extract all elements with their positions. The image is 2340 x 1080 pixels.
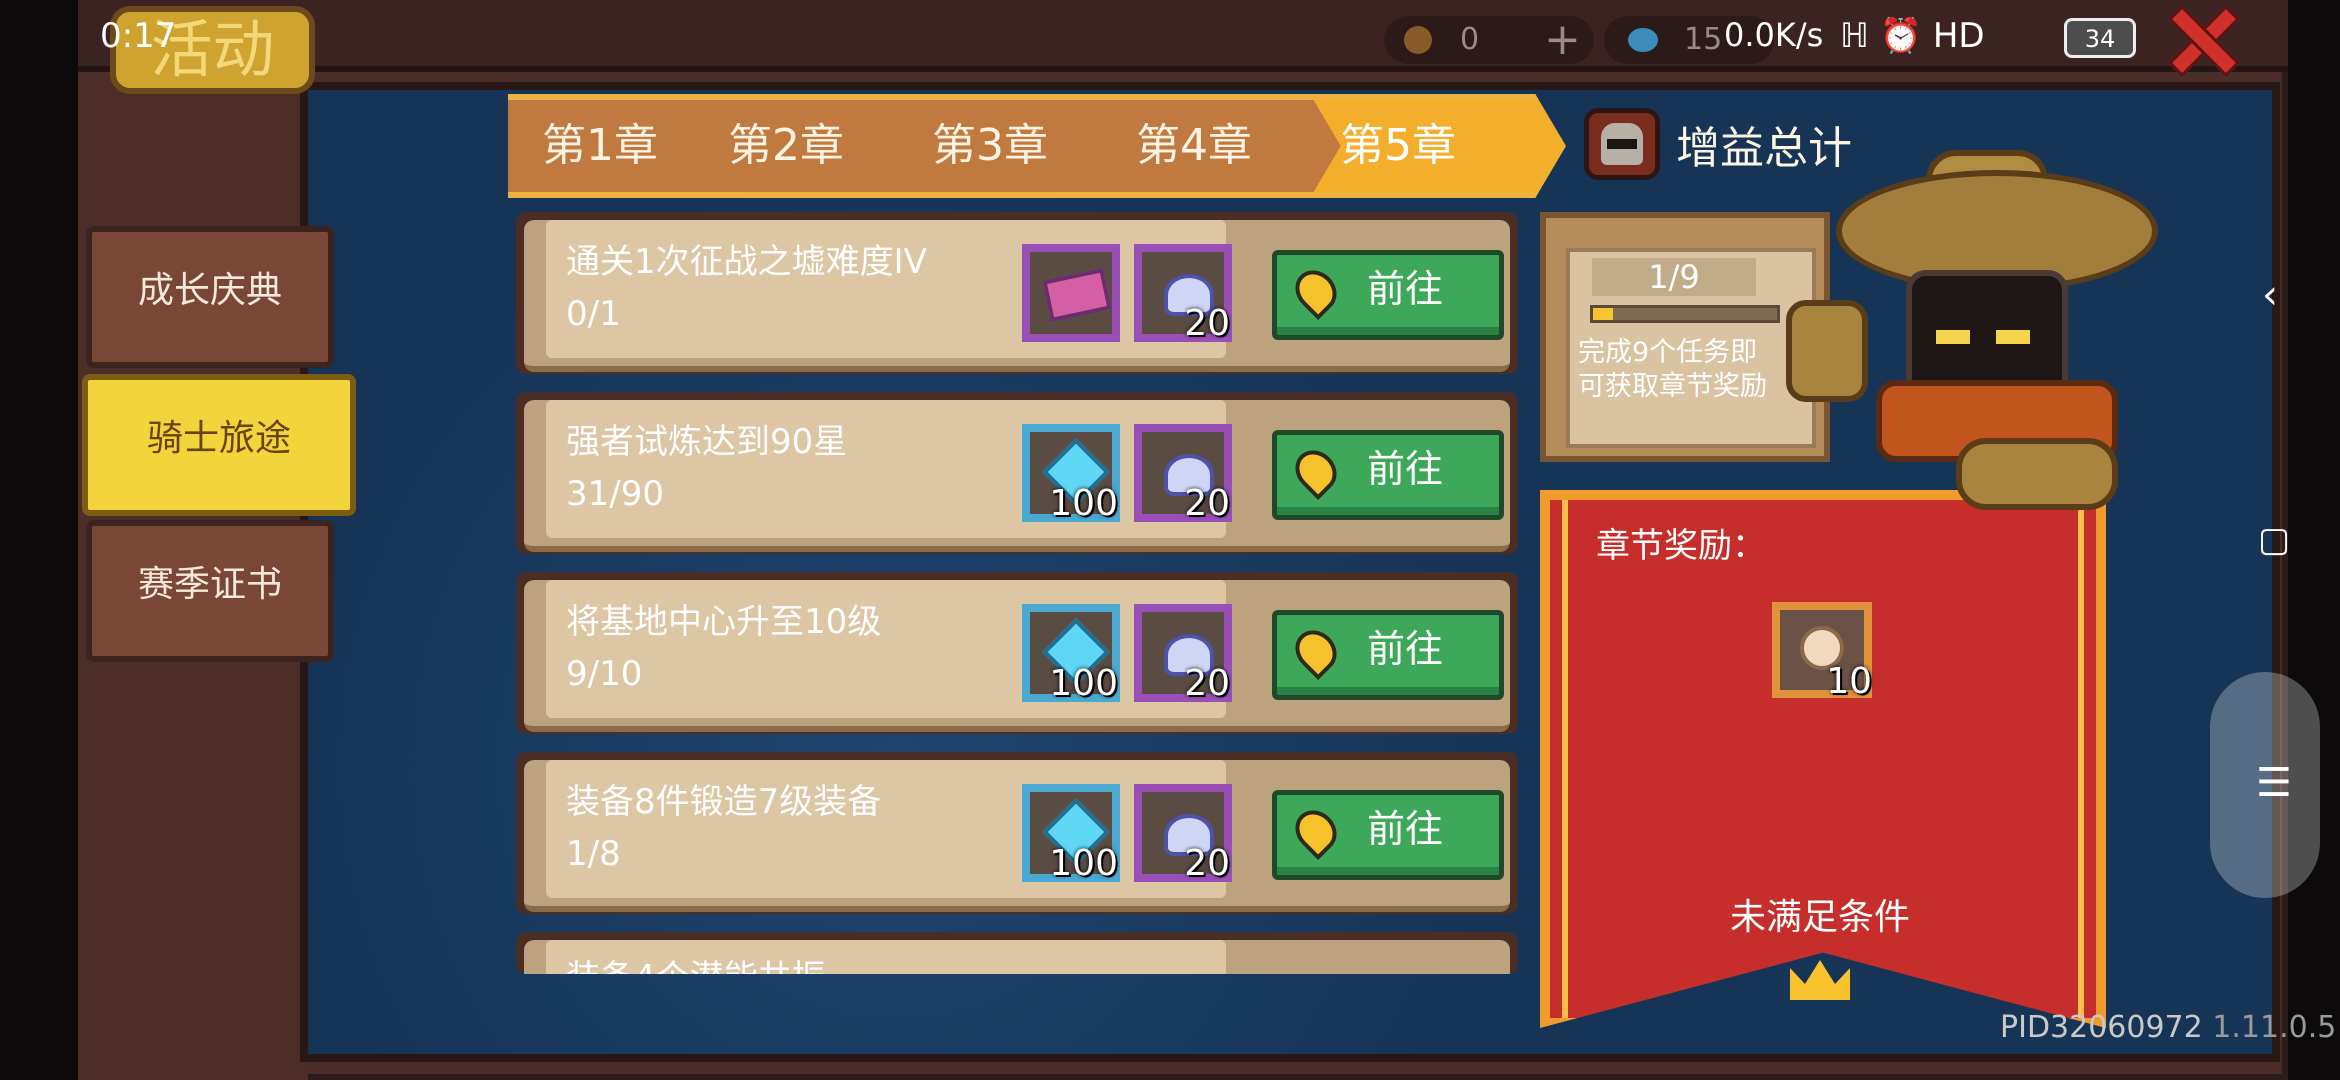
reward-crystal-shard-icon[interactable]: 20 — [1134, 244, 1232, 344]
knight-eye — [1936, 330, 1970, 344]
task-card: 将基地中心升至10级 9/10 100 20 前往 — [524, 580, 1510, 732]
chapter-progress-fill — [1593, 308, 1613, 320]
add-resource-button[interactable]: + — [1544, 14, 1581, 65]
net-speed: 0.0K/s — [1724, 16, 1824, 54]
chapter-progress-description: 完成9个任务即可获取章节奖励 — [1578, 337, 1767, 402]
location-pin-icon — [1287, 802, 1345, 860]
sidebar-item-label: 赛季证书 — [137, 564, 282, 605]
reward-card-icon[interactable] — [1022, 244, 1120, 342]
chapter-tabs: 第1章 第2章 第3章 第4章 第5章 — [508, 94, 1568, 198]
tab-chapter-3[interactable]: 第3章 — [902, 94, 1138, 198]
reward-crystal-shard-icon[interactable]: 20 — [1134, 604, 1232, 704]
status-clock: 0:17 — [100, 16, 177, 56]
tab-chapter-2[interactable]: 第2章 — [698, 94, 934, 198]
task-name: 将基地中心升至10级 — [566, 602, 882, 642]
resource-sack-value: 0 — [1460, 22, 1480, 57]
task-progress: 9/10 — [566, 654, 643, 694]
reward-blue-gem-icon[interactable]: 100 — [1022, 604, 1120, 704]
sidebar-item-label: 骑士旅途 — [146, 418, 291, 459]
chapter-reward-banner — [1540, 490, 2106, 1028]
knight-paw — [1956, 438, 2118, 510]
reward-blue-gem-icon[interactable]: 100 — [1022, 424, 1120, 524]
reward-count: 20 — [1184, 663, 1230, 704]
task-row: 强者试炼达到90星 31/90 100 20 前往 — [516, 392, 1518, 554]
chapter-progress-count: 1/9 — [1592, 258, 1756, 296]
tab-label: 第3章 — [932, 120, 1048, 171]
menu-icon[interactable]: ☰ — [2256, 760, 2292, 806]
sidebar-item-season-pass[interactable]: 赛季证书 — [86, 520, 334, 662]
reward-crystal-shard-icon[interactable]: 20 — [1134, 784, 1232, 884]
tab-chapter-4[interactable]: 第4章 — [1106, 94, 1342, 198]
task-name: 强者试炼达到90星 — [566, 422, 848, 462]
location-pin-icon — [1287, 262, 1345, 320]
buff-total-label[interactable]: 增益总计 — [1676, 112, 1852, 176]
back-icon[interactable]: ‹ — [2262, 272, 2278, 318]
status-indicators: ℍ ⏰ HD — [1840, 16, 1985, 56]
sidebar-item-growth-celebration[interactable]: 成长庆典 — [86, 226, 334, 368]
task-card: 强者试炼达到90星 31/90 100 20 前往 — [524, 400, 1510, 552]
tab-label: 第1章 — [542, 120, 658, 171]
reward-count: 100 — [1049, 663, 1118, 704]
go-button[interactable]: 前往 — [1272, 610, 1504, 700]
location-pin-icon — [1287, 622, 1345, 680]
task-row: 装备8件锻造7级装备 1/8 100 20 前往 — [516, 752, 1518, 914]
task-progress: 1/8 — [566, 834, 621, 874]
resource-gem-value: 15 — [1684, 22, 1723, 57]
chapter-reward-title: 章节奖励： — [1596, 526, 1766, 566]
task-name: 装备8件锻造7级装备 — [566, 782, 882, 822]
reward-count: 100 — [1049, 843, 1118, 884]
knight-mascot — [1786, 150, 2158, 510]
sidebar-item-label: 成长庆典 — [137, 270, 282, 311]
reward-count: 20 — [1184, 843, 1230, 884]
knight-helmet-icon[interactable] — [1584, 108, 1660, 180]
blue-gem-icon — [1628, 28, 1658, 52]
go-button[interactable]: 前往 — [1272, 430, 1504, 520]
battery-icon: 34 — [2064, 18, 2136, 58]
task-card: 装备4个潜能共振 — [524, 940, 1510, 974]
knight-hand — [1786, 300, 1868, 402]
reward-count: 20 — [1184, 303, 1230, 344]
sack-icon — [1404, 26, 1432, 54]
task-name: 通关1次征战之墟难度IV — [566, 242, 927, 282]
build-info: PID32060972 1.11.0.5 — [2000, 1010, 2336, 1045]
version-text: 1.11.0.5 — [2212, 1010, 2337, 1045]
sidebar-item-knight-journey[interactable]: 骑士旅途 — [82, 374, 356, 516]
task-card: 通关1次征战之墟难度IV 0/1 20 前往 — [524, 220, 1510, 372]
reward-blue-gem-icon[interactable]: 100 — [1022, 784, 1120, 884]
go-button-label: 前往 — [1367, 267, 1444, 311]
tab-label: 第2章 — [728, 120, 844, 171]
gear-token-icon[interactable]: 10 — [1772, 602, 1872, 702]
location-pin-icon — [1287, 442, 1345, 500]
go-button-label: 前往 — [1367, 447, 1444, 491]
chapter-progress-bar — [1590, 305, 1780, 323]
knight-eye — [1996, 330, 2030, 344]
tab-chapter-1[interactable]: 第1章 — [508, 94, 730, 198]
task-row: 装备4个潜能共振 — [516, 932, 1518, 974]
tab-label: 第5章 — [1340, 120, 1456, 171]
go-button-label: 前往 — [1367, 627, 1444, 671]
task-row: 通关1次征战之墟难度IV 0/1 20 前往 — [516, 212, 1518, 374]
task-row: 将基地中心升至10级 9/10 100 20 前往 — [516, 572, 1518, 734]
go-button-label: 前往 — [1367, 807, 1444, 851]
task-progress: 0/1 — [566, 294, 621, 334]
close-button[interactable] — [2164, 2, 2236, 74]
tab-label: 第4章 — [1136, 120, 1252, 171]
task-card: 装备8件锻造7级装备 1/8 100 20 前往 — [524, 760, 1510, 912]
tab-chapter-5[interactable]: 第5章 — [1310, 94, 1566, 198]
task-name: 装备4个潜能共振 — [566, 950, 826, 974]
reward-status-text: 未满足条件 — [1730, 897, 1911, 938]
reward-crystal-shard-icon[interactable]: 20 — [1134, 424, 1232, 524]
task-progress: 31/90 — [566, 474, 664, 514]
go-button[interactable]: 前往 — [1272, 250, 1504, 340]
home-icon[interactable]: ▢ — [2258, 520, 2290, 560]
reward-count: 100 — [1049, 483, 1118, 524]
reward-count: 20 — [1184, 483, 1230, 524]
reward-count: 10 — [1826, 661, 1872, 702]
go-button[interactable]: 前往 — [1272, 790, 1504, 880]
pid-text: PID32060972 — [2000, 1010, 2203, 1045]
